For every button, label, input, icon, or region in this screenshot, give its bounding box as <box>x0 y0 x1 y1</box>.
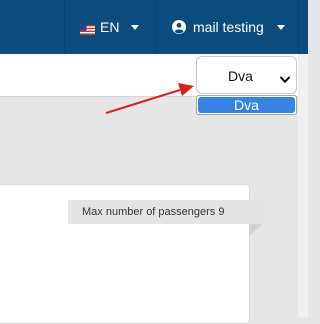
select-value: Dva <box>228 68 253 84</box>
language-selector[interactable]: EN <box>80 0 140 54</box>
caret-down-icon <box>131 24 140 30</box>
navbar-divider <box>64 0 65 54</box>
language-label: EN <box>100 19 120 35</box>
tooltip-text: Max number of passengers 9 <box>82 206 225 218</box>
chevron-down-icon <box>280 71 290 83</box>
navbar-divider <box>155 0 156 54</box>
user-menu[interactable]: mail testing <box>172 0 285 54</box>
user-label: mail testing <box>193 19 264 35</box>
select-dropdown-list: Dva <box>196 95 297 115</box>
passenger-select[interactable]: Dva <box>196 56 297 94</box>
passenger-tooltip: Max number of passengers 9 <box>68 200 263 224</box>
tooltip-tail <box>249 224 263 236</box>
select-option[interactable]: Dva <box>198 97 295 113</box>
top-navbar: EN mail testing <box>0 0 308 54</box>
us-flag-icon <box>80 22 95 35</box>
caret-down-icon <box>276 24 285 30</box>
navbar-divider <box>298 0 299 54</box>
user-circle-icon <box>172 20 186 34</box>
scrollbar[interactable] <box>298 54 308 317</box>
